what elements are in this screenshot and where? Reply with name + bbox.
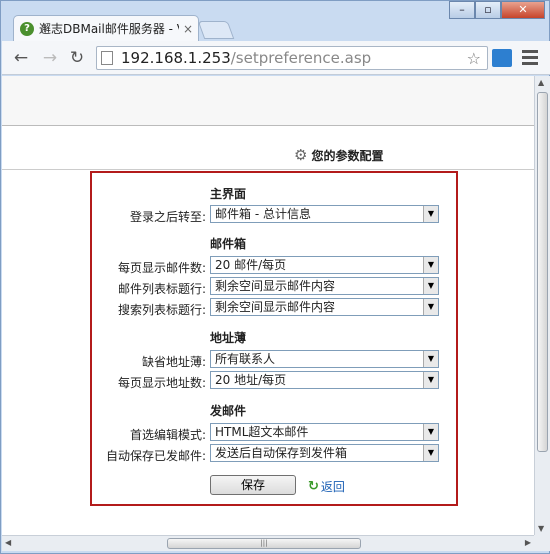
editor-mode-row: 首选编辑模式: HTML超文本邮件 ▼ [92, 423, 458, 443]
mail-list-title-row: 邮件列表标题行: 剩余空间显示邮件内容 ▼ [92, 277, 458, 297]
url-path: /setpreference.asp [230, 49, 372, 67]
forward-arrow-icon[interactable]: → [39, 47, 61, 69]
vertical-scrollbar[interactable]: ▲ ▼ [534, 76, 550, 535]
horizontal-scrollbar[interactable]: ◀ ||| ▶ [2, 535, 534, 551]
back-link[interactable]: ↻ 返回 [308, 478, 345, 495]
search-list-title-label: 搜索列表标题行: [117, 303, 206, 317]
browser-toolbar: ← → ↻ 192.168.1.253 /setpreference.asp ☆ [2, 41, 550, 75]
gear-icon: ⚙ [294, 146, 308, 164]
dropdown-arrow-icon: ▼ [423, 351, 438, 367]
editor-mode-label: 首选编辑模式: [129, 428, 206, 442]
scrollbar-corner [534, 535, 550, 551]
autosave-sent-select[interactable]: 发送后自动保存到发件箱 ▼ [210, 444, 439, 462]
tab-title: 邂志DBMail邮件服务器 - V [39, 22, 179, 36]
page-title-text: 您的参数配置 [311, 148, 384, 163]
maximize-button[interactable]: ▫ [475, 1, 501, 19]
login-redirect-label: 登录之后转至: [129, 210, 206, 224]
dropdown-arrow-icon: ▼ [423, 445, 438, 461]
top-band [2, 76, 534, 126]
section-title-addressbook: 地址薄 [210, 331, 247, 345]
search-list-title-select[interactable]: 剩余空间显示邮件内容 ▼ [210, 298, 439, 316]
mail-list-title-select[interactable]: 剩余空间显示邮件内容 ▼ [210, 277, 439, 295]
window-controls: – ▫ ✕ [449, 1, 545, 19]
title-row: ⚙ 您的参数配置 [2, 126, 534, 170]
dropdown-arrow-icon: ▼ [423, 257, 438, 273]
new-tab-button[interactable] [197, 21, 235, 39]
dropdown-arrow-icon: ▼ [423, 278, 438, 294]
menu-icon[interactable] [522, 50, 538, 68]
scroll-right-icon[interactable]: ▶ [525, 538, 531, 547]
back-arrow-icon[interactable]: ← [10, 47, 32, 69]
autosave-sent-label: 自动保存已发邮件: [105, 449, 206, 463]
default-addressbook-label: 缺省地址薄: [141, 355, 206, 369]
autosave-sent-row: 自动保存已发邮件: 发送后自动保存到发件箱 ▼ [92, 444, 458, 464]
tab-strip: ? 邂志DBMail邮件服务器 - V × – ▫ ✕ [1, 1, 550, 41]
browser-window: ? 邂志DBMail邮件服务器 - V × – ▫ ✕ ← → ↻ 192.16… [0, 0, 550, 554]
preferences-panel: 主界面 登录之后转至: 邮件箱 - 总计信息 ▼ 邮件箱 每页显示邮件数: 20 … [90, 171, 458, 506]
bookmark-star-icon[interactable]: ☆ [467, 49, 481, 68]
favicon-icon: ? [20, 21, 34, 36]
editor-mode-select[interactable]: HTML超文本邮件 ▼ [210, 423, 439, 441]
reload-icon[interactable]: ↻ [66, 47, 88, 69]
section-title-mailbox: 邮件箱 [210, 237, 247, 251]
mails-per-page-select[interactable]: 20 邮件/每页 ▼ [210, 256, 439, 274]
mails-per-page-row: 每页显示邮件数: 20 邮件/每页 ▼ [92, 256, 458, 276]
scroll-left-icon[interactable]: ◀ [5, 538, 11, 547]
login-redirect-select[interactable]: 邮件箱 - 总计信息 ▼ [210, 205, 439, 223]
return-arrow-icon: ↻ [308, 479, 319, 494]
dropdown-arrow-icon: ▼ [423, 372, 438, 388]
tab-close-icon[interactable]: × [183, 22, 193, 36]
default-addressbook-select[interactable]: 所有联系人 ▼ [210, 350, 439, 368]
search-list-title-row: 搜索列表标题行: 剩余空间显示邮件内容 ▼ [92, 298, 458, 318]
dropdown-arrow-icon: ▼ [423, 206, 438, 222]
page-content: ⚙ 您的参数配置 主界面 登录之后转至: 邮件箱 - 总计信息 ▼ 邮件箱 每页显… [2, 76, 534, 535]
section-title-main: 主界面 [210, 187, 247, 201]
back-link-label: 返回 [320, 480, 345, 494]
save-button[interactable]: 保存 [210, 475, 296, 495]
addresses-per-page-row: 每页显示地址数: 20 地址/每页 ▼ [92, 371, 458, 391]
section-title-send: 发邮件 [210, 404, 247, 418]
scroll-down-icon[interactable]: ▼ [538, 524, 544, 533]
close-button[interactable]: ✕ [501, 1, 545, 19]
dropdown-arrow-icon: ▼ [423, 424, 438, 440]
page-icon [101, 51, 113, 65]
minimize-button[interactable]: – [449, 1, 475, 19]
mail-list-title-label: 邮件列表标题行: [117, 282, 206, 296]
login-redirect-row: 登录之后转至: 邮件箱 - 总计信息 ▼ [92, 205, 458, 225]
url-host: 192.168.1.253 [121, 49, 231, 67]
browser-tab[interactable]: ? 邂志DBMail邮件服务器 - V × [13, 15, 199, 41]
scroll-up-icon[interactable]: ▲ [538, 78, 544, 87]
page-title: ⚙ 您的参数配置 [294, 146, 383, 164]
dropdown-arrow-icon: ▼ [423, 299, 438, 315]
horizontal-scroll-thumb[interactable]: ||| [167, 538, 361, 549]
extension-icon[interactable] [492, 49, 512, 67]
addresses-per-page-label: 每页显示地址数: [117, 376, 206, 390]
address-bar[interactable]: 192.168.1.253 /setpreference.asp ☆ [96, 46, 488, 70]
mails-per-page-label: 每页显示邮件数: [117, 261, 206, 275]
vertical-scroll-thumb[interactable] [537, 92, 548, 452]
default-addressbook-row: 缺省地址薄: 所有联系人 ▼ [92, 350, 458, 370]
addresses-per-page-select[interactable]: 20 地址/每页 ▼ [210, 371, 439, 389]
